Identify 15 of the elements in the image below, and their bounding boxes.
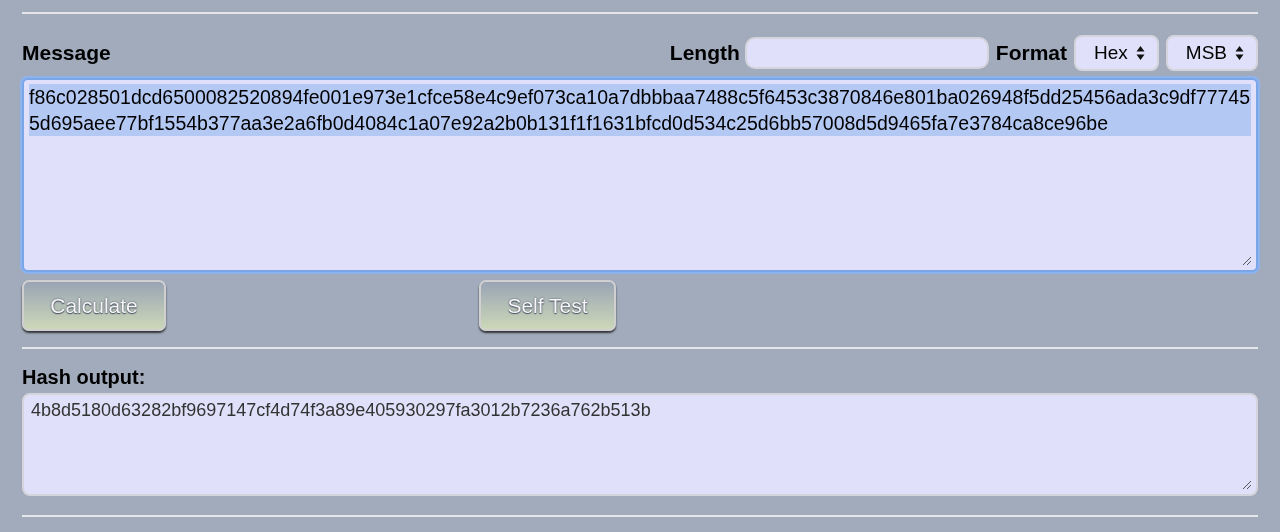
hash-output-label: Hash output: [22,366,147,390]
up-down-arrows-icon [1235,45,1244,61]
format-label: Format [995,41,1067,65]
hash-text: 4b8d5180d63282bf9697147cf4d74f3a89e405930297fa3012b7236a762b513b [31,400,651,420]
message-textarea[interactable] [22,78,1258,272]
length-label: Length [669,41,740,65]
resize-grip-icon[interactable] [1242,256,1252,266]
message-text: f86c028501dcd6500082520894fe001e973e1cfce58e4c9ef073ca10a7dbbbaa7488c5f6453c3870846e801ba026948f5dd25456ada3c9df777455d695aee77bf1554b377aa3e2a6fb0d4084c1a07e92a2b0b131f1f1631bfcd0d534c25d6bb57008d5d9465fa7e3784ca8ce96be [29,84,1251,136]
up-down-arrows-icon [1135,45,1145,61]
resize-grip-icon[interactable] [1242,480,1252,490]
format-select[interactable]: MSB [1165,35,1258,71]
message-label: Message [22,41,111,65]
length-field[interactable] [744,37,989,69]
hash-output-textarea[interactable]: 4b8d5180d63282bf9697147cf4d74f3a89e405930297fa3012b7236a762b513b [22,393,1258,496]
format-select[interactable]: Hex [1074,35,1159,71]
